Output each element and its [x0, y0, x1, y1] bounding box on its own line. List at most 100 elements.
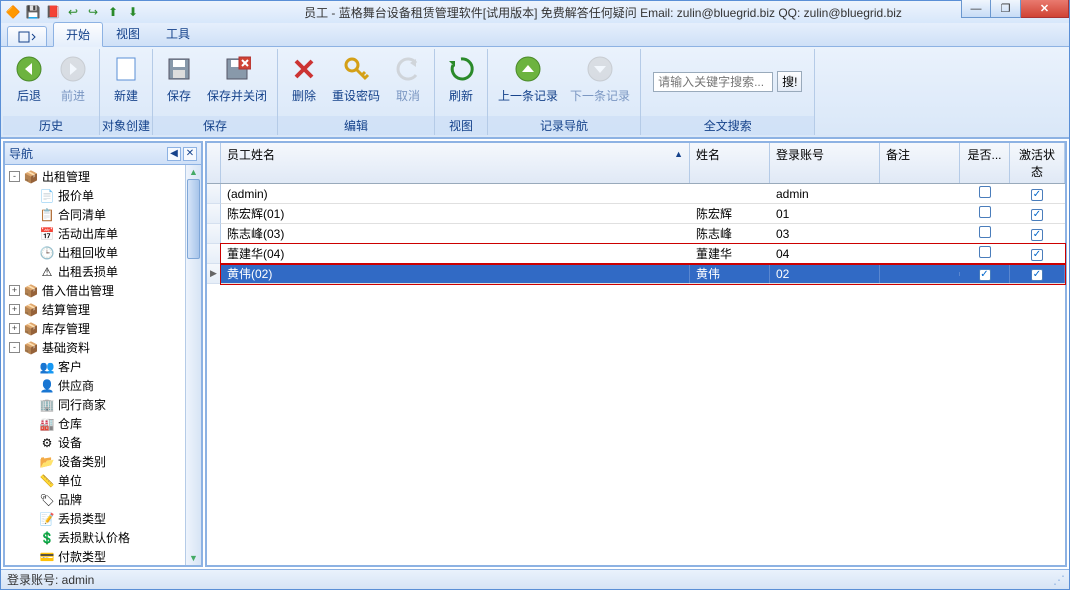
undo-icon[interactable]: ↩ — [65, 4, 81, 20]
prev-record-button[interactable]: 上一条记录 — [492, 51, 564, 106]
table-row[interactable]: 董建华(04)董建华04✓ — [221, 244, 1065, 264]
main-area: 导航 ◀ ✕ -📦出租管理📄报价单📋合同清单📅活动出库单🕒出租回收单⚠出租丢损单… — [1, 139, 1069, 569]
back-button[interactable]: 后退 — [7, 51, 51, 106]
maximize-button[interactable]: ❐ — [991, 0, 1021, 18]
row-selector-header[interactable] — [207, 143, 221, 183]
tree-scrollbar[interactable]: ▲ ▼ — [185, 165, 201, 565]
tree-node[interactable]: 🕒出租回收单 — [7, 243, 199, 262]
search-input[interactable] — [653, 72, 773, 92]
delete-button[interactable]: 删除 — [282, 51, 326, 106]
checkbox[interactable]: ✓ — [1031, 209, 1043, 221]
tree-node[interactable]: 📝丢损类型 — [7, 509, 199, 528]
tree-node[interactable]: 📅活动出库单 — [7, 224, 199, 243]
node-label: 结算管理 — [42, 301, 90, 318]
expand-icon[interactable]: - — [9, 171, 20, 182]
tree-node[interactable]: 👥客户 — [7, 357, 199, 376]
col-name[interactable]: 员工姓名▲ — [221, 143, 690, 183]
checkbox[interactable] — [979, 206, 991, 218]
close-button[interactable]: ✕ — [1021, 0, 1069, 18]
checkbox[interactable]: ✓ — [1031, 189, 1043, 201]
next-record-button[interactable]: 下一条记录 — [564, 51, 636, 106]
tree-node[interactable]: 💲丢损默认价格 — [7, 528, 199, 547]
expand-icon[interactable]: + — [9, 304, 20, 315]
checkbox[interactable]: ✓ — [1031, 229, 1043, 241]
nav-close-button[interactable]: ✕ — [183, 147, 197, 161]
group-history: 后退 前进 历史 — [3, 49, 100, 135]
tree-node[interactable]: 📏单位 — [7, 471, 199, 490]
checkbox[interactable] — [979, 246, 991, 258]
cell-isx — [960, 204, 1010, 223]
expand-icon[interactable]: + — [9, 285, 20, 296]
scroll-thumb[interactable] — [187, 179, 200, 259]
tree-node[interactable]: 📋合同清单 — [7, 205, 199, 224]
app-menu-button[interactable] — [7, 26, 47, 46]
expand-icon[interactable]: + — [9, 323, 20, 334]
col-xing[interactable]: 姓名 — [690, 143, 770, 183]
tree-node[interactable]: ⚙设备 — [7, 433, 199, 452]
save-close-button[interactable]: 保存并关闭 — [201, 51, 273, 106]
col-isx[interactable]: 是否... — [960, 143, 1010, 183]
node-label: 设备类别 — [58, 453, 106, 470]
minimize-button[interactable]: — — [961, 0, 991, 18]
resize-grip-icon[interactable]: ⋰ — [1053, 573, 1063, 587]
row-indicator[interactable] — [207, 204, 221, 224]
col-active[interactable]: 激活状态 — [1010, 143, 1065, 183]
saveclose-icon[interactable]: 📕 — [45, 4, 61, 20]
tree-node[interactable]: +📦借入借出管理 — [7, 281, 199, 300]
tree-node[interactable]: 📂设备类别 — [7, 452, 199, 471]
save-icon[interactable]: 💾 — [25, 4, 41, 20]
row-indicator[interactable] — [207, 184, 221, 204]
tree-node[interactable]: +📦结算管理 — [7, 300, 199, 319]
expand-icon[interactable]: - — [9, 342, 20, 353]
col-note[interactable]: 备注 — [880, 143, 960, 183]
forward-button[interactable]: 前进 — [51, 51, 95, 106]
expand-icon — [25, 551, 36, 562]
tab-tool[interactable]: 工具 — [153, 21, 203, 46]
checkbox[interactable]: ✓ — [1031, 249, 1043, 261]
cancel-button[interactable]: 取消 — [386, 51, 430, 106]
scroll-up-icon[interactable]: ▲ — [186, 165, 201, 179]
nav-pin-button[interactable]: ◀ — [167, 147, 181, 161]
checkbox[interactable]: ✓ — [1031, 269, 1043, 281]
tree-node[interactable]: -📦出租管理 — [7, 167, 199, 186]
tree-node[interactable]: -📦基础资料 — [7, 338, 199, 357]
nav-tree[interactable]: -📦出租管理📄报价单📋合同清单📅活动出库单🕒出租回收单⚠出租丢损单+📦借入借出管… — [5, 165, 201, 565]
tree-node[interactable]: +📦库存管理 — [7, 319, 199, 338]
cell-isx — [960, 224, 1010, 243]
row-indicators: ▶ — [207, 184, 221, 565]
scroll-down-icon[interactable]: ▼ — [186, 551, 201, 565]
reset-password-button[interactable]: 重设密码 — [326, 51, 386, 106]
search-button[interactable]: 搜! — [777, 71, 802, 92]
row-indicator[interactable]: ▶ — [207, 264, 221, 284]
tree-node[interactable]: ⚠出租丢损单 — [7, 262, 199, 281]
tree-node[interactable]: 📄报价单 — [7, 186, 199, 205]
checkbox[interactable] — [979, 226, 991, 238]
prev-qat-icon[interactable]: ⬆ — [105, 4, 121, 20]
next-qat-icon[interactable]: ⬇ — [125, 4, 141, 20]
tab-start[interactable]: 开始 — [53, 22, 103, 47]
col-login[interactable]: 登录账号 — [770, 143, 880, 183]
table-row[interactable]: 陈宏辉(01)陈宏辉01✓ — [221, 204, 1065, 224]
cell-login: 02 — [770, 265, 880, 283]
node-label: 报价单 — [58, 187, 94, 204]
checkbox[interactable] — [979, 186, 991, 198]
tree-node[interactable]: 💳付款类型 — [7, 547, 199, 565]
tree-node[interactable]: 👤供应商 — [7, 376, 199, 395]
redo-icon[interactable]: ↪ — [85, 4, 101, 20]
tree-node[interactable]: 🏭仓库 — [7, 414, 199, 433]
row-indicator[interactable] — [207, 244, 221, 264]
tab-view[interactable]: 视图 — [103, 21, 153, 46]
node-icon: 🕒 — [39, 245, 55, 261]
table-row[interactable]: 陈志峰(03)陈志峰03✓ — [221, 224, 1065, 244]
expand-icon — [25, 475, 36, 486]
table-row[interactable]: (admin)admin✓ — [221, 184, 1065, 204]
new-button[interactable]: 新建 — [104, 51, 148, 106]
save-button[interactable]: 保存 — [157, 51, 201, 106]
tree-node[interactable]: 🏢同行商家 — [7, 395, 199, 414]
refresh-button[interactable]: 刷新 — [439, 51, 483, 106]
table-row[interactable]: 黄伟(02)黄伟02✓✓ — [221, 264, 1065, 284]
row-indicator[interactable] — [207, 224, 221, 244]
cell-xing: 董建华 — [690, 243, 770, 264]
tree-node[interactable]: 🏷品牌 — [7, 490, 199, 509]
checkbox[interactable]: ✓ — [979, 269, 991, 281]
